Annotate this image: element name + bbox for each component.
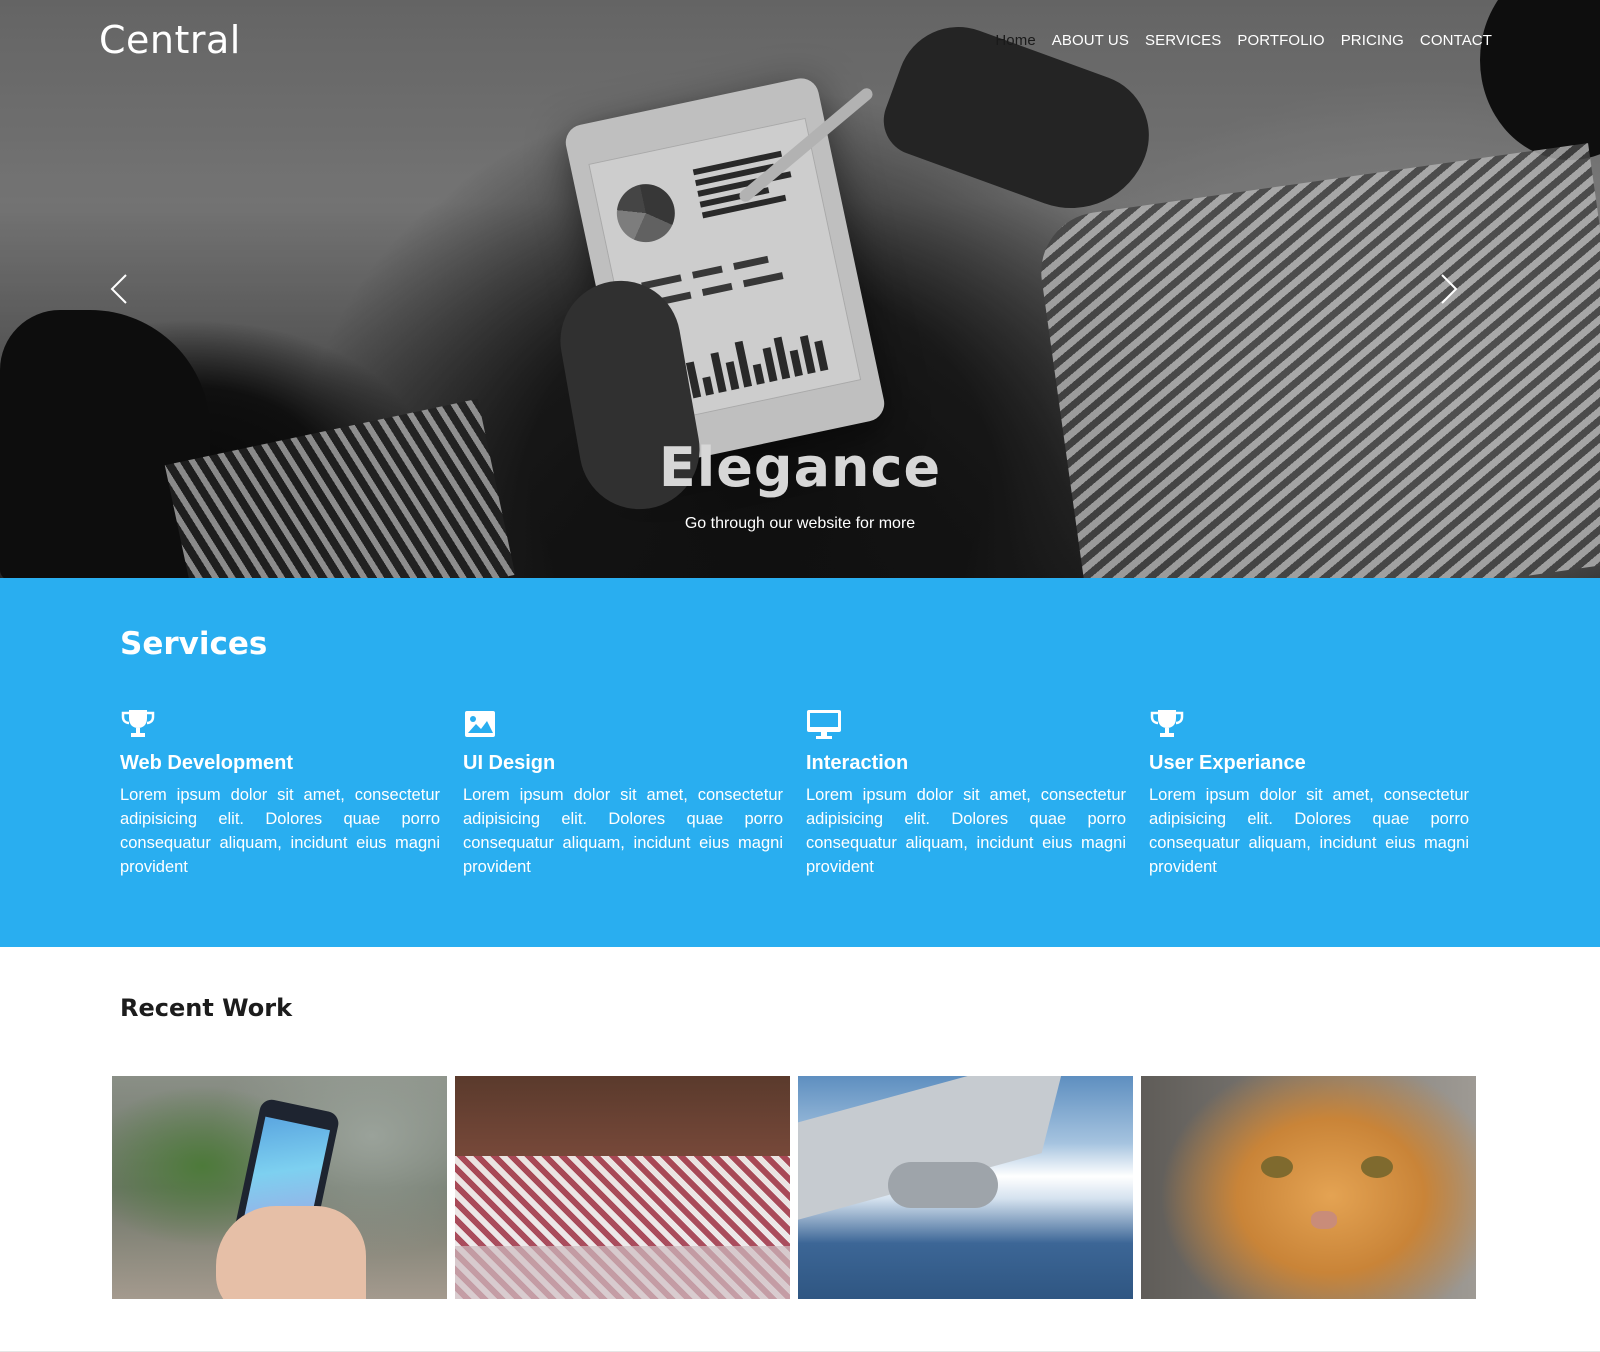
nav-home[interactable]: Home <box>995 32 1035 49</box>
work-item-airplane[interactable] <box>798 1076 1133 1299</box>
trophy-icon <box>1150 710 1184 737</box>
chevron-right-icon[interactable] <box>1438 272 1460 306</box>
service-text: Lorem ipsum dolor sit amet, consectetur … <box>806 786 1126 876</box>
service-card-web-development: Web Development Lorem ipsum dolor sit am… <box>120 708 440 879</box>
service-title: Web Development <box>120 752 293 774</box>
hand-image <box>216 1206 366 1299</box>
service-card-interaction: Interaction Lorem ipsum dolor sit amet, … <box>806 708 1126 879</box>
floor-image <box>455 1246 790 1299</box>
nav-about-us[interactable]: ABOUT US <box>1052 32 1129 49</box>
service-text: Lorem ipsum dolor sit amet, consectetur … <box>1149 786 1469 876</box>
image-icon <box>465 711 495 737</box>
service-text: Lorem ipsum dolor sit amet, consectetur … <box>463 786 783 876</box>
work-item-restaurant[interactable] <box>455 1076 790 1299</box>
cat-eye-left <box>1261 1156 1293 1178</box>
service-title: Interaction <box>806 752 909 774</box>
cat-eye-right <box>1361 1156 1393 1178</box>
recent-work-title: Recent Work <box>120 994 293 1022</box>
monitor-icon <box>807 710 841 739</box>
nav-pricing[interactable]: PRICING <box>1341 32 1404 49</box>
trophy-icon <box>121 710 155 737</box>
nav-services[interactable]: SERVICES <box>1145 32 1221 49</box>
services-title: Services <box>120 626 268 662</box>
engine-image <box>888 1162 998 1208</box>
work-item-phone[interactable] <box>112 1076 447 1299</box>
nav-portfolio[interactable]: PORTFOLIO <box>1237 32 1324 49</box>
service-card-user-experiance: User Experiance Lorem ipsum dolor sit am… <box>1149 708 1469 879</box>
service-title: UI Design <box>463 752 556 774</box>
chevron-left-icon[interactable] <box>108 272 130 306</box>
service-title: User Experiance <box>1149 752 1306 774</box>
hero-title: Elegance <box>658 436 942 499</box>
cat-nose <box>1311 1211 1337 1229</box>
service-card-ui-design: UI Design Lorem ipsum dolor sit amet, co… <box>463 708 783 879</box>
work-item-cat[interactable] <box>1141 1076 1476 1299</box>
services-section: Services Web Development Lorem ipsum dol… <box>0 578 1600 947</box>
service-text: Lorem ipsum dolor sit amet, consectetur … <box>120 786 440 876</box>
brand-logo[interactable]: Central <box>99 18 241 62</box>
main-nav: Home ABOUT US SERVICES PORTFOLIO PRICING… <box>995 32 1492 49</box>
hero-slider: Central Home ABOUT US SERVICES PORTFOLIO… <box>0 0 1600 578</box>
wing-image <box>798 1076 1069 1234</box>
nav-contact[interactable]: CONTACT <box>1420 32 1492 49</box>
hero-subtitle: Go through our website for more <box>684 515 916 532</box>
